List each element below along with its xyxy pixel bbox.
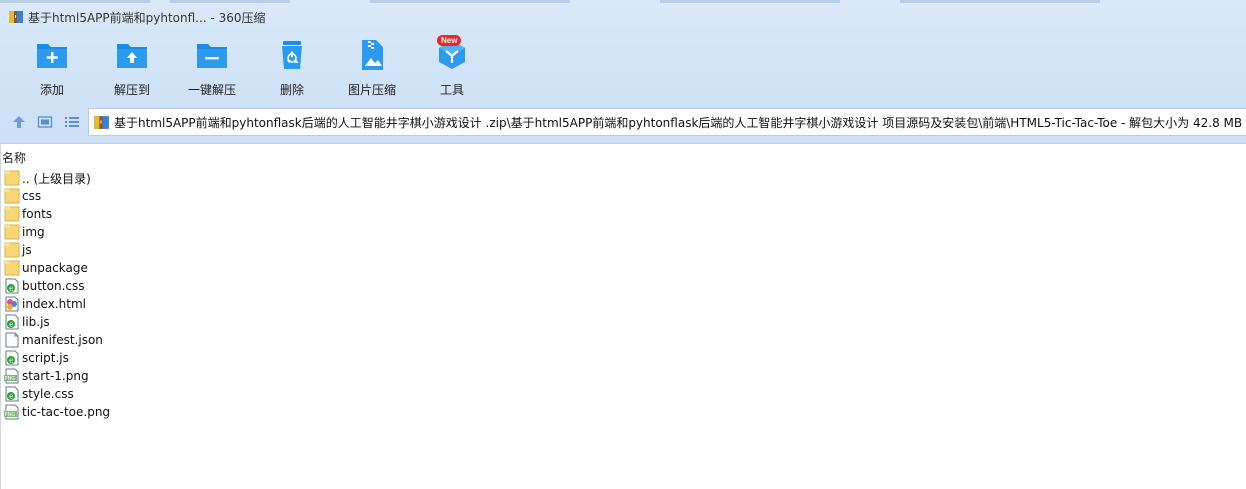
folder-icon	[4, 170, 20, 186]
file-name: .. (上级目录)	[22, 171, 91, 186]
recycle-bin-icon	[282, 41, 302, 69]
address-bar: 基于html5APP前端和pyhtonflask后端的人工智能井字棋小游戏设计 …	[0, 100, 1246, 144]
folder-icon	[4, 260, 20, 276]
one-click-extract-icon	[197, 44, 227, 68]
list-item[interactable]: unpackage	[4, 259, 110, 277]
png-image-icon: PNG	[4, 368, 20, 384]
add-label: 添加	[39, 83, 64, 97]
document-icon	[4, 332, 20, 348]
script-file-icon: e	[4, 386, 20, 402]
file-name: fonts	[22, 207, 53, 221]
file-name: manifest.json	[22, 333, 103, 347]
delete-button[interactable]: 删除	[257, 38, 327, 98]
list-item[interactable]: .. (上级目录)	[4, 169, 110, 187]
up-arrow-icon[interactable]	[11, 114, 27, 130]
list-item[interactable]: e script.js	[4, 349, 110, 367]
title-bar: 基于html5APP前端和pyhtonfl... - 360压缩	[0, 0, 1246, 34]
tools-button[interactable]: New 工具	[417, 35, 487, 98]
list-view-icon[interactable]	[64, 114, 80, 130]
file-name: unpackage	[22, 261, 88, 275]
column-header-name[interactable]: 名称	[1, 149, 26, 165]
folder-icon	[4, 206, 20, 222]
folder-icon	[4, 188, 20, 204]
file-name: button.css	[22, 279, 85, 293]
window-title: 基于html5APP前端和pyhtonfl... - 360压缩	[28, 10, 266, 25]
file-name: js	[22, 243, 32, 257]
folder-icon	[4, 242, 20, 258]
list-item[interactable]: manifest.json	[4, 331, 110, 349]
extract-folder-icon	[117, 44, 147, 68]
file-name: index.html	[22, 297, 86, 311]
one-click-extract-button[interactable]: 一键解压	[177, 38, 247, 98]
title-top-decor	[0, 0, 1246, 3]
file-list: 名称 .. (上级目录) css fonts img js unpackage e butto…	[0, 144, 1246, 489]
image-compress-button[interactable]: 图片压缩	[337, 38, 407, 98]
list-item[interactable]: fonts	[4, 205, 110, 223]
extract-to-label: 解压到	[113, 83, 150, 97]
new-badge: New	[437, 35, 462, 46]
list-item[interactable]: index.html	[4, 295, 110, 313]
list-item[interactable]: img	[4, 223, 110, 241]
path-text: 基于html5APP前端和pyhtonflask后端的人工智能井字棋小游戏设计 …	[114, 115, 1243, 130]
list-item[interactable]: e style.css	[4, 385, 110, 403]
file-name: script.js	[22, 351, 69, 365]
extract-to-button[interactable]: 解压到	[97, 38, 167, 98]
png-image-icon: PNG	[4, 404, 20, 420]
image-compress-label: 图片压缩	[347, 83, 396, 97]
add-folder-icon	[37, 44, 67, 68]
list-item[interactable]: css	[4, 187, 110, 205]
file-name: lib.js	[22, 315, 50, 329]
list-item[interactable]: PNG start-1.png	[4, 367, 110, 385]
file-name: start-1.png	[22, 369, 89, 383]
thumbnail-view-icon[interactable]	[37, 114, 53, 130]
file-name: img	[22, 225, 45, 239]
archive-app-icon	[9, 11, 23, 23]
image-compress-icon	[362, 40, 383, 70]
svg-text:PNG: PNG	[5, 376, 16, 382]
add-button[interactable]: 添加	[17, 38, 87, 98]
list-item[interactable]: e lib.js	[4, 313, 110, 331]
file-name: css	[22, 189, 42, 203]
list-item[interactable]: e button.css	[4, 277, 110, 295]
path-input[interactable]: 基于html5APP前端和pyhtonflask后端的人工智能井字棋小游戏设计 …	[88, 108, 1246, 136]
one-click-extract-label: 一键解压	[187, 83, 236, 97]
svg-text:e: e	[9, 285, 13, 293]
delete-label: 删除	[279, 83, 304, 97]
zip-archive-icon	[94, 115, 109, 129]
svg-text:e: e	[9, 321, 13, 329]
html-file-icon	[4, 296, 20, 312]
tools-label: 工具	[439, 83, 464, 97]
list-item[interactable]: PNG tic-tac-toe.png	[4, 403, 110, 421]
file-name: style.css	[22, 387, 74, 401]
script-file-icon: e	[4, 314, 20, 330]
svg-text:e: e	[9, 393, 13, 401]
svg-text:PNG: PNG	[5, 412, 16, 418]
list-item[interactable]: js	[4, 241, 110, 259]
script-file-icon: e	[4, 278, 20, 294]
toolbar: 添加 解压到 一键解压 删除 图片压缩 New 工具	[0, 34, 1246, 100]
svg-text:e: e	[9, 357, 13, 365]
file-rows: .. (上级目录) css fonts img js unpackage e button.c…	[4, 169, 110, 421]
folder-icon	[4, 224, 20, 240]
file-name: tic-tac-toe.png	[22, 405, 111, 419]
script-file-icon: e	[4, 350, 20, 366]
